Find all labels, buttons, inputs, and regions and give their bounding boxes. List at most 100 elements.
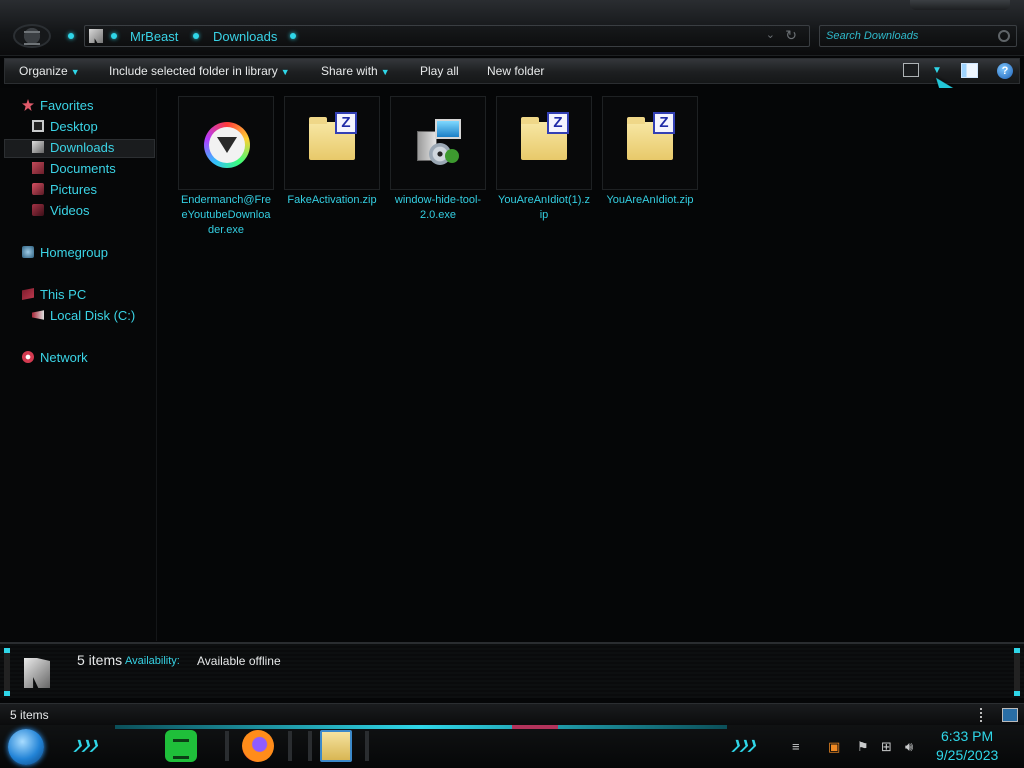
show-hidden-icons-icon[interactable]: ≡ (792, 739, 800, 754)
availability-label: Availability: (125, 655, 180, 667)
preview-pane-icon[interactable] (961, 63, 978, 78)
network-tray-icon[interactable]: ⊞ (881, 739, 892, 755)
clock-time[interactable]: 6:33 PM (941, 728, 993, 744)
nav-documents-label: Documents (50, 161, 116, 176)
homegroup-icon (22, 246, 34, 258)
file-name: FakeActivation.zip (287, 194, 377, 206)
nav-homegroup-label: Homegroup (40, 245, 108, 260)
organize-label: Organize (19, 64, 68, 78)
taskbar-firefox-icon[interactable] (242, 730, 274, 762)
search-icon[interactable] (998, 30, 1010, 42)
nav-documents[interactable]: Documents (32, 161, 116, 180)
include-in-library-button[interactable]: Include selected folder in library ▼ (109, 64, 290, 78)
videos-icon (32, 204, 44, 216)
folder-detail-icon (24, 658, 50, 688)
file-thumbnail: Z (496, 96, 592, 190)
address-bar[interactable]: MrBeast Downloads ⌄ ↻ (84, 25, 810, 47)
crumb-separator-icon (290, 33, 296, 39)
clock-date[interactable]: 9/25/2023 (936, 747, 998, 763)
taskbar-separator (288, 731, 292, 761)
documents-icon (32, 162, 44, 174)
drive-icon (32, 310, 44, 320)
details-item-count: 5 items (77, 652, 123, 668)
details-view-icon[interactable] (980, 708, 986, 722)
desktop-icon (32, 120, 44, 132)
file-name: Endermanch@FreeYoutubeDownloader.exe (180, 194, 272, 236)
file-item[interactable]: Z YouAreAnIdiot.zip (602, 96, 698, 208)
computer-icon (22, 288, 34, 300)
pane-edge-right (1014, 648, 1020, 696)
action-center-flag-icon[interactable]: ⚑ (857, 739, 869, 755)
breadcrumb-downloads[interactable]: Downloads (213, 29, 277, 44)
nav-downloads[interactable]: Downloads (4, 139, 155, 158)
nav-favorites-label: Favorites (40, 98, 94, 113)
status-item-count: 5 items (10, 708, 49, 722)
address-dropdown-icon[interactable]: ⌄ (766, 28, 775, 41)
nav-local-disk[interactable]: Local Disk (C:) (32, 308, 135, 327)
nav-videos[interactable]: Videos (32, 203, 90, 222)
chevron-down-icon: ▼ (280, 67, 290, 77)
start-button[interactable] (8, 729, 44, 765)
nav-homegroup[interactable]: Homegroup (22, 245, 108, 264)
taskbar-accent-mark (512, 725, 558, 729)
taskbar-notes-app-icon[interactable] (165, 730, 197, 762)
nav-desktop-label: Desktop (50, 119, 98, 134)
share-with-button[interactable]: Share with ▼ (321, 64, 390, 78)
zip-folder-icon: Z (627, 112, 675, 160)
large-icons-view-icon[interactable] (1002, 708, 1018, 722)
back-forward-button[interactable] (13, 24, 51, 48)
nav-network[interactable]: Network (22, 350, 88, 369)
file-thumbnail: Z (602, 96, 698, 190)
chevron-down-icon: ▼ (70, 67, 80, 77)
taskbar-separator (308, 731, 312, 761)
nav-network-label: Network (40, 350, 88, 365)
play-all-button[interactable]: Play all (420, 64, 459, 78)
file-thumbnail (178, 96, 274, 190)
title-bar: MrBeast Downloads ⌄ ↻ Search Downloads (0, 0, 1024, 56)
nav-this-pc-label: This PC (40, 287, 87, 302)
file-item[interactable]: window-hide-tool-2.0.exe (390, 96, 486, 223)
nav-dot-icon (68, 33, 74, 39)
file-thumbnail (390, 96, 486, 190)
change-view-icon[interactable] (903, 63, 919, 77)
window-controls-notch (910, 0, 1010, 10)
search-placeholder: Search Downloads (826, 30, 919, 42)
tray-app-icon[interactable]: ▣ (828, 739, 840, 755)
file-item[interactable]: Endermanch@FreeYoutubeDownloader.exe (178, 96, 274, 238)
star-icon (22, 99, 34, 111)
file-item[interactable]: Z FakeActivation.zip (284, 96, 380, 208)
breadcrumb-mrbeast[interactable]: MrBeast (130, 29, 178, 44)
nav-favorites[interactable]: Favorites (22, 98, 93, 117)
nav-videos-label: Videos (50, 203, 90, 218)
organize-button[interactable]: Organize ▼ (19, 64, 80, 78)
volume-icon[interactable]: 🔊︎ (905, 739, 913, 755)
folder-location-icon (89, 29, 103, 43)
crumb-separator-icon (111, 33, 117, 39)
status-bar: 5 items (0, 703, 1024, 725)
chevron-deco-icon: ❯❯❯ (729, 738, 759, 752)
taskbar-file-explorer-icon[interactable] (320, 730, 352, 762)
file-item[interactable]: Z YouAreAnIdiot(1).zip (496, 96, 592, 223)
crumb-separator-icon (193, 33, 199, 39)
zip-folder-icon: Z (521, 112, 569, 160)
nav-this-pc[interactable]: This PC (22, 287, 86, 306)
command-bar: Organize ▼ Include selected folder in lib… (4, 58, 1020, 84)
file-name: YouAreAnIdiot(1).zip (498, 194, 590, 221)
nav-desktop[interactable]: Desktop (32, 119, 98, 138)
taskbar-accent-rail (115, 725, 727, 729)
refresh-icon[interactable]: ↻ (785, 27, 797, 44)
new-folder-button[interactable]: New folder (487, 64, 544, 78)
file-name: YouAreAnIdiot.zip (606, 194, 694, 206)
nav-pictures[interactable]: Pictures (32, 182, 97, 201)
network-icon (22, 351, 34, 363)
zip-folder-icon: Z (309, 112, 357, 160)
file-thumbnail: Z (284, 96, 380, 190)
search-input[interactable]: Search Downloads (819, 25, 1017, 47)
pane-edge-left (4, 648, 10, 696)
chevron-down-icon: ▼ (380, 67, 390, 77)
taskbar-separator (365, 731, 369, 761)
share-label: Share with (321, 64, 378, 78)
nav-local-disk-label: Local Disk (C:) (50, 308, 136, 323)
installer-icon (415, 119, 463, 165)
help-icon[interactable]: ? (997, 63, 1013, 79)
